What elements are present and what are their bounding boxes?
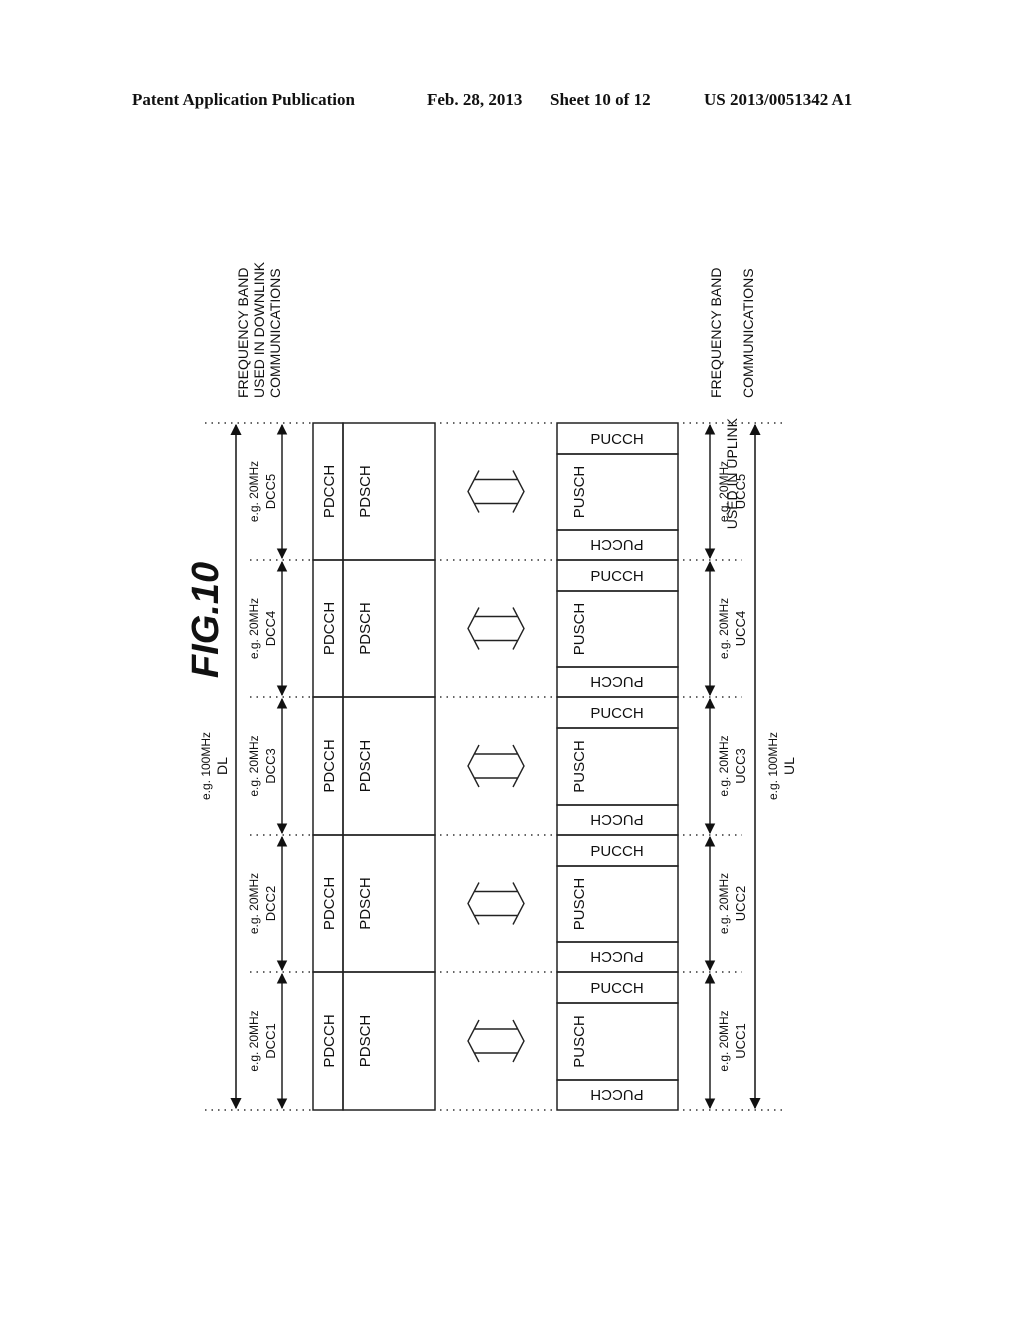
figure-title: FIG.10 xyxy=(185,562,227,678)
carrier-bandwidth-label: e.g. 20MHz xyxy=(717,873,731,934)
pdsch-label: PDSCH xyxy=(357,1015,374,1068)
carrier-name-label: UCC4 xyxy=(733,611,748,646)
carrier-bandwidth-label: e.g. 20MHz xyxy=(247,873,261,934)
carrier-name-label: UCC3 xyxy=(733,748,748,783)
pucch-bottom-label: PUCCH xyxy=(590,1086,643,1103)
carrier-name-label: DCC5 xyxy=(263,474,278,509)
downlink-label-line1: FREQUENCY BAND xyxy=(235,268,251,398)
downlink-carrier-dcc3: e.g. 20MHz DCC3 PDCCH PDSCH xyxy=(247,696,525,836)
downlink-label-line3: COMMUNICATIONS xyxy=(267,268,283,398)
uplink-carrier-ucc4: PUCCHPUSCHPUCCHe.g. 20MHz UCC4 xyxy=(556,559,748,698)
ul-total-bandwidth: e.g. 100MHz xyxy=(766,732,780,800)
pdcch-label: PDCCH xyxy=(321,739,338,792)
dl-total-label: e.g. 100MHz DL xyxy=(199,732,230,800)
downlink-carrier-dcc4: e.g. 20MHz DCC4 PDCCH PDSCH xyxy=(247,559,525,698)
dl-total-name: DL xyxy=(214,757,230,775)
downlink-carrier-dcc2: e.g. 20MHz DCC2 PDCCH PDSCH xyxy=(247,834,525,973)
pucch-bottom-label: PUCCH xyxy=(590,536,643,553)
carrier-name-label: DCC1 xyxy=(263,1023,278,1058)
pusch-label: PUSCH xyxy=(571,466,588,519)
carrier-name-label: UCC5 xyxy=(733,474,748,509)
downlink-carrier-dcc5: e.g. 20MHz DCC5 PDCCH PDSCH xyxy=(247,422,525,561)
uplink-carrier-ucc2: PUCCHPUSCHPUCCHe.g. 20MHz UCC2 xyxy=(556,834,748,973)
ul-total-label: e.g. 100MHz UL xyxy=(766,732,797,800)
downlink-band-label: FREQUENCY BAND USED IN DOWNLINK COMMUNIC… xyxy=(235,261,283,398)
carrier-bandwidth-label: e.g. 20MHz xyxy=(247,735,261,796)
carrier-bandwidth-label: e.g. 20MHz xyxy=(717,735,731,796)
double-arrow-icon xyxy=(467,882,525,925)
carrier-aggregation-diagram: FIG.10 FREQUENCY BAND USED IN DOWNLINK C… xyxy=(185,261,797,1111)
pucch-bottom-label: PUCCH xyxy=(590,811,643,828)
pdsch-label: PDSCH xyxy=(357,740,374,793)
double-arrow-icon xyxy=(467,470,525,513)
pusch-label: PUSCH xyxy=(571,878,588,931)
pucch-top-label: PUCCH xyxy=(590,705,643,722)
uplink-carrier-ucc5: PUCCHPUSCHPUCCHe.g. 20MHz UCC5 xyxy=(556,422,748,561)
double-arrow-path xyxy=(467,470,525,513)
pucch-top-label: PUCCH xyxy=(590,843,643,860)
double-arrow-icon xyxy=(467,744,525,788)
pucch-top-label: PUCCH xyxy=(590,568,643,585)
carrier-bandwidth-label: e.g. 20MHz xyxy=(717,598,731,659)
pdcch-label: PDCCH xyxy=(321,1014,338,1067)
pdcch-label: PDCCH xyxy=(321,877,338,930)
pdsch-label: PDSCH xyxy=(357,465,374,518)
carrier-bandwidth-label: e.g. 20MHz xyxy=(717,1010,731,1071)
uplink-band-label: FREQUENCY BAND USED IN UPLINK COMMUNICAT… xyxy=(708,268,756,530)
carrier-name-label: DCC3 xyxy=(263,748,278,783)
pucch-top-label: PUCCH xyxy=(590,980,643,997)
downlink-carrier-dcc1: e.g. 20MHz DCC1 PDCCH PDSCH xyxy=(247,971,525,1111)
dl-total-bandwidth: e.g. 100MHz xyxy=(199,732,213,800)
double-arrow-path xyxy=(467,744,525,788)
uplink-label-line3: COMMUNICATIONS xyxy=(740,268,756,398)
pdsch-label: PDSCH xyxy=(357,602,374,655)
pusch-label: PUSCH xyxy=(571,1015,588,1068)
uplink-carrier-ucc3: PUCCH PUSCH PUCCH e.g. 20MHz UCC3 xyxy=(556,696,748,836)
carrier-name-label: UCC2 xyxy=(733,886,748,921)
uplink-label-line1: FREQUENCY BAND xyxy=(708,268,724,398)
carrier-bandwidth-label: e.g. 20MHz xyxy=(247,598,261,659)
carrier-bandwidth-label: e.g. 20MHz xyxy=(247,1010,261,1071)
pucch-bottom-label: PUCCH xyxy=(590,673,643,690)
uplink-carrier-ucc1: PUCCH PUSCH PUCCH e.g. 20MHz UCC1 xyxy=(556,971,748,1111)
double-arrow-path xyxy=(467,607,525,650)
downlink-label-line2: USED IN DOWNLINK xyxy=(251,261,267,398)
double-arrow-icon xyxy=(467,607,525,650)
pdsch-label: PDSCH xyxy=(357,877,374,930)
pusch-label: PUSCH xyxy=(571,740,588,793)
carrier-name-label: UCC1 xyxy=(733,1023,748,1058)
double-arrow-path xyxy=(467,882,525,925)
double-arrow-icon xyxy=(467,1019,525,1063)
carrier-name-label: DCC4 xyxy=(263,611,278,646)
ul-total-name: UL xyxy=(781,757,797,775)
double-arrow-path xyxy=(467,1019,525,1063)
carrier-bandwidth-label: e.g. 20MHz xyxy=(717,461,731,522)
carrier-bandwidth-label: e.g. 20MHz xyxy=(247,461,261,522)
pucch-top-label: PUCCH xyxy=(590,431,643,448)
pdcch-label: PDCCH xyxy=(321,465,338,518)
pusch-label: PUSCH xyxy=(571,603,588,656)
pdcch-label: PDCCH xyxy=(321,602,338,655)
pucch-bottom-label: PUCCH xyxy=(590,948,643,965)
carrier-name-label: DCC2 xyxy=(263,886,278,921)
